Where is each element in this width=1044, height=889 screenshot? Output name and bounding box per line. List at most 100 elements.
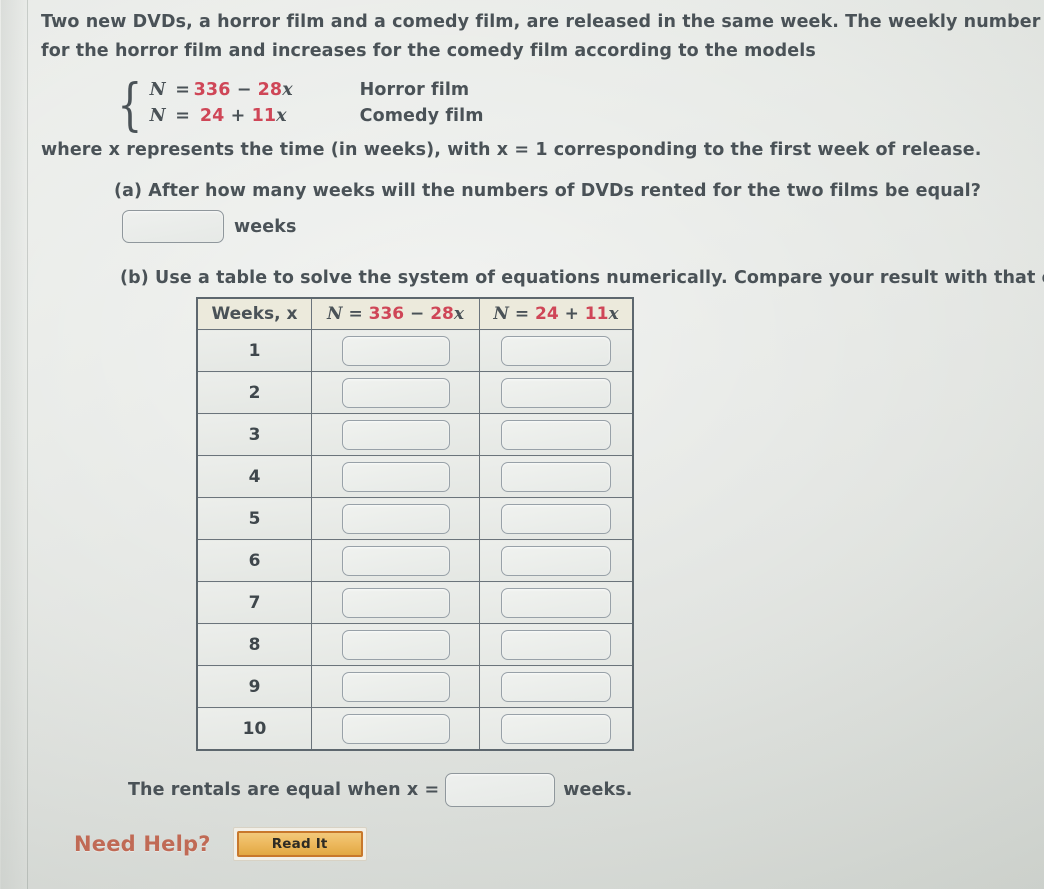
- need-help-label: Need Help?: [74, 832, 211, 856]
- table-header-comedy-variable: x: [608, 304, 619, 324]
- table-cell-comedy: [479, 455, 634, 498]
- table-cell-horror: [311, 497, 480, 540]
- table-row: 5: [196, 497, 634, 540]
- table-cell-week: 3: [196, 413, 312, 456]
- table-header-weeks: Weeks, x: [196, 297, 312, 330]
- table-cell-comedy: [479, 371, 634, 414]
- equation-row-horror: N = 336 − 28x Horror film: [150, 80, 484, 106]
- table-cell-horror: [311, 329, 480, 372]
- table-row: 1: [196, 329, 634, 372]
- values-table-body: 1 2 3 4 5 6 7 8 9 10: [196, 329, 634, 751]
- equation-horror-lhs: N: [149, 80, 166, 100]
- table-input-comedy[interactable]: [501, 545, 611, 576]
- table-cell-horror: [311, 707, 480, 751]
- table-row: 9: [196, 665, 634, 708]
- table-cell-week: 4: [196, 455, 312, 498]
- table-input-horror[interactable]: [341, 461, 450, 492]
- table-input-comedy[interactable]: [501, 419, 611, 450]
- table-cell-week: 5: [196, 497, 312, 540]
- table-input-horror[interactable]: [341, 377, 450, 408]
- table-row: 10: [196, 707, 634, 751]
- table-header-comedy-prefix: N =: [493, 304, 536, 324]
- table-cell-horror: [311, 623, 480, 666]
- values-table-container: Weeks, x N = 336 − 28x N = 24 + 11x 1234…: [196, 297, 634, 751]
- table-row: 6: [196, 539, 634, 582]
- table-cell-horror: [311, 665, 480, 708]
- part-a-answer-input[interactable]: [122, 210, 224, 243]
- equation-horror-label: Horror film: [359, 80, 470, 100]
- table-row: 8: [196, 623, 634, 666]
- problem-statement-line-1: Two new DVDs, a horror film and a comedy…: [41, 12, 1044, 32]
- table-header-horror-operator: −: [404, 304, 431, 324]
- system-brace: {: [117, 73, 143, 138]
- table-input-comedy[interactable]: [501, 377, 611, 408]
- table-cell-comedy: [479, 539, 634, 582]
- table-cell-comedy: [479, 707, 634, 751]
- table-input-comedy[interactable]: [501, 503, 611, 534]
- part-a-answer-row: weeks: [122, 210, 296, 243]
- table-cell-comedy: [479, 581, 634, 624]
- table-cell-horror: [311, 581, 480, 624]
- equation-horror-coefficient: 28: [257, 80, 283, 100]
- table-input-horror[interactable]: [341, 419, 450, 450]
- variable-definition-line: where x represents the time (in weeks), …: [41, 140, 982, 160]
- equation-comedy-operator: +: [230, 106, 246, 126]
- part-b-prompt: (b) Use a table to solve the system of e…: [120, 268, 1044, 288]
- table-input-horror[interactable]: [341, 335, 450, 366]
- table-header-comedy-operator: +: [558, 304, 585, 324]
- table-cell-comedy: [479, 665, 634, 708]
- read-it-button-label: Read It: [236, 831, 363, 857]
- equation-system: { N = 336 − 28x Horror film N = 24 + 11x…: [112, 73, 484, 138]
- table-input-comedy[interactable]: [501, 713, 611, 744]
- table-cell-horror: [311, 371, 480, 414]
- table-cell-week: 10: [196, 707, 312, 751]
- need-help-row: Need Help? Read It: [74, 827, 367, 861]
- table-input-comedy[interactable]: [501, 587, 611, 618]
- equation-comedy-equals: =: [175, 106, 191, 126]
- table-header-horror-variable: x: [453, 304, 465, 324]
- table-input-comedy[interactable]: [501, 671, 611, 702]
- table-cell-comedy: [479, 497, 634, 540]
- table-input-comedy[interactable]: [501, 335, 611, 366]
- final-answer-row: The rentals are equal when x = weeks.: [128, 773, 632, 807]
- table-input-comedy[interactable]: [501, 629, 611, 660]
- table-input-horror[interactable]: [341, 545, 450, 576]
- table-header-comedy-constant: 24: [535, 304, 559, 324]
- table-cell-comedy: [479, 329, 634, 372]
- equation-row-comedy: N = 24 + 11x Comedy film: [150, 106, 484, 132]
- table-input-horror[interactable]: [341, 629, 450, 660]
- equation-comedy-coefficient: 11: [251, 106, 277, 126]
- values-table: Weeks, x N = 336 − 28x N = 24 + 11x 1234…: [196, 297, 634, 751]
- equation-comedy-lhs: N: [149, 106, 166, 126]
- table-header-row: Weeks, x N = 336 − 28x N = 24 + 11x: [196, 297, 634, 330]
- table-input-horror[interactable]: [341, 713, 450, 744]
- table-header-horror: N = 336 − 28x: [311, 297, 480, 330]
- table-input-horror[interactable]: [341, 587, 450, 618]
- table-cell-horror: [311, 413, 480, 456]
- table-cell-horror: [311, 539, 480, 582]
- table-row: 4: [196, 455, 634, 498]
- final-answer-prefix: The rentals are equal when x =: [128, 780, 440, 800]
- table-input-horror[interactable]: [341, 671, 450, 702]
- table-row: 2: [196, 371, 634, 414]
- worksheet-page: Two new DVDs, a horror film and a comedy…: [0, 0, 1044, 889]
- table-input-horror[interactable]: [341, 503, 450, 534]
- table-cell-week: 1: [196, 329, 312, 372]
- table-cell-comedy: [479, 623, 634, 666]
- equation-horror-equals: =: [175, 80, 191, 100]
- part-a-prompt: (a) After how many weeks will the number…: [114, 181, 982, 201]
- table-cell-week: 2: [196, 371, 312, 414]
- table-input-comedy[interactable]: [501, 461, 611, 492]
- equation-comedy-constant: 24: [199, 106, 225, 126]
- table-header-horror-constant: 336: [368, 304, 405, 324]
- final-answer-input[interactable]: [445, 773, 556, 807]
- table-cell-week: 9: [196, 665, 312, 708]
- table-cell-week: 8: [196, 623, 312, 666]
- problem-statement-line-2: for the horror film and increases for th…: [41, 41, 816, 61]
- final-answer-suffix: weeks.: [563, 780, 633, 800]
- equation-comedy-variable: x: [276, 106, 287, 126]
- read-it-button[interactable]: Read It: [232, 827, 367, 861]
- table-header-comedy: N = 24 + 11x: [479, 297, 634, 330]
- table-row: 7: [196, 581, 634, 624]
- table-cell-horror: [311, 455, 480, 498]
